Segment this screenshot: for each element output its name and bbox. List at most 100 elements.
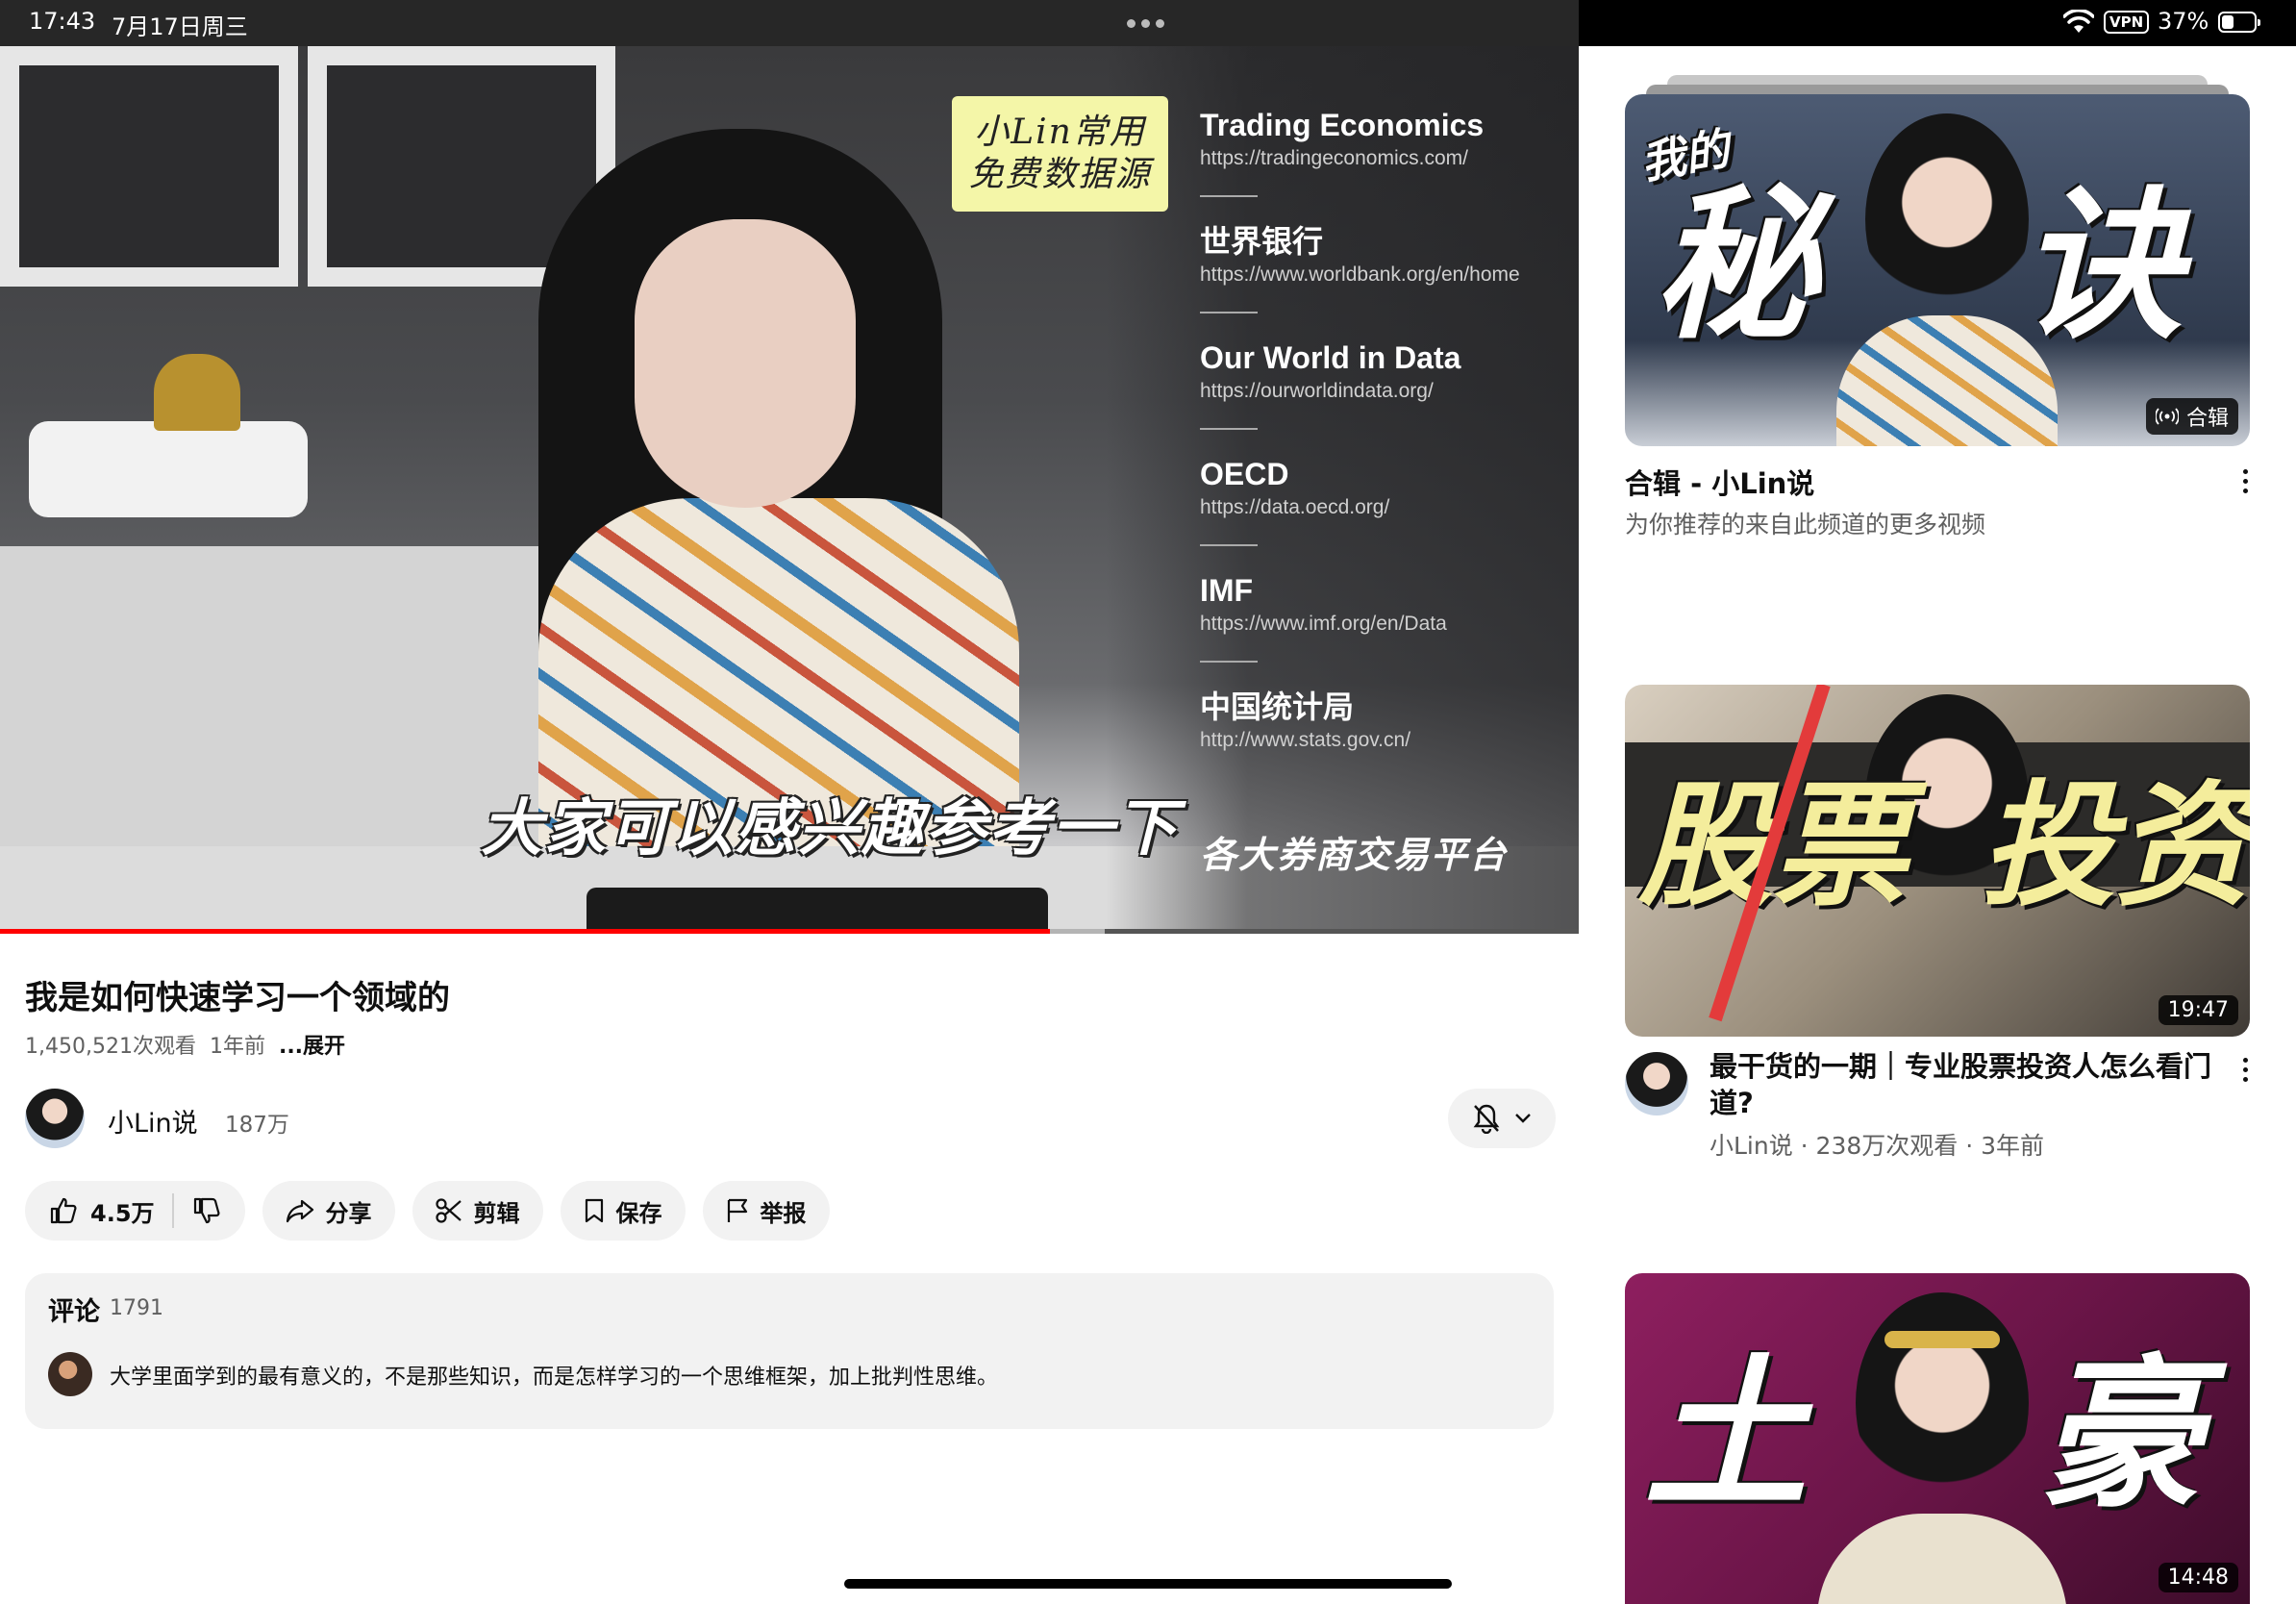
clip-label: 剪辑 (473, 1199, 520, 1227)
data-source-item: Our World in Data https://ourworldindata… (1200, 338, 1575, 455)
more-options-icon[interactable] (2240, 469, 2250, 493)
data-source-url: https://ourworldindata.org/ (1200, 380, 1434, 402)
presenter-face (635, 219, 856, 508)
mix-thumbnail[interactable]: 我的 秘 诀 合辑 (1625, 94, 2250, 446)
thumb-text-left: 秘 (1654, 171, 1818, 362)
recommendations-column: 我的 秘 诀 合辑 合辑 - 小Lin说 为你推荐的来自此频道的更多视频 股票 … (1579, 46, 2296, 1604)
data-source-item: Trading Economics https://tradingeconomi… (1200, 106, 1575, 222)
progress-played (0, 929, 1050, 934)
save-label: 保存 (615, 1199, 662, 1227)
divider (1200, 661, 1258, 663)
divider (1200, 195, 1258, 197)
divider (1200, 312, 1258, 313)
data-source-item: 中国统计局 http://www.stats.gov.cn/ (1200, 688, 1575, 804)
channel-avatar[interactable] (25, 1089, 85, 1148)
video-thumbnail[interactable]: 股票 投资 19:47 (1625, 685, 2250, 1037)
more-options-icon[interactable] (2240, 1058, 2250, 1082)
duration-badge: 19:47 (2158, 995, 2238, 1025)
mix-badge: 合辑 (2145, 398, 2238, 435)
mix-badge-label: 合辑 (2185, 407, 2229, 431)
comments-heading: 评论 (48, 1297, 100, 1327)
wifi-icon (2063, 10, 2094, 33)
divider (171, 1193, 174, 1228)
data-source-item: 世界银行 https://www.worldbank.org/en/home (1200, 222, 1575, 338)
battery-icon (2218, 12, 2260, 33)
bookmark-icon (585, 1198, 603, 1223)
thumb-text-right: 豪 (2038, 1341, 2203, 1531)
mix-title[interactable]: 合辑 - 小Lin说 (1625, 462, 1814, 502)
gold-ornament (154, 354, 240, 431)
channel-name[interactable]: 小Lin说 (108, 1102, 198, 1140)
action-bar: 4.5万 分享 剪辑 保存 举报 (25, 1181, 830, 1241)
status-bar-left: 17:43 7月17日周三 (0, 0, 1579, 46)
card-line-1: 小Lin常用 (974, 113, 1146, 152)
notification-button[interactable] (1448, 1089, 1556, 1148)
data-source-item: OECD https://data.oecd.org/ (1200, 455, 1575, 571)
thumb-text-right: 投资 (1981, 768, 2250, 925)
status-date: 7月17日周三 (112, 13, 248, 40)
duration-badge: 14:48 (2158, 1563, 2238, 1592)
presenter-face (1865, 113, 2029, 325)
broadcast-icon (2155, 408, 2179, 425)
thumbs-down-icon[interactable] (191, 1195, 222, 1226)
video-title[interactable]: 最干货的一期｜专业股票投资人怎么看门道? (1710, 1048, 2229, 1121)
data-source-name: Our World in Data (1200, 340, 1461, 375)
video-player[interactable]: 小Lin常用 免费数据源 Trading Economics https://t… (0, 46, 1579, 931)
chevron-down-icon (1515, 1114, 1531, 1123)
video-thumbnail[interactable]: 土 豪 14:48 (1625, 1273, 2250, 1604)
like-dislike-group: 4.5万 (25, 1181, 245, 1241)
data-source-name: 中国统计局 (1200, 689, 1355, 724)
shelf-glass (19, 65, 279, 267)
flag-icon (727, 1198, 747, 1222)
thumbs-up-icon[interactable] (48, 1195, 79, 1226)
battery-percent: 37% (2158, 8, 2209, 35)
thumb-text-left: 土 (1644, 1341, 1809, 1531)
expand-description-link[interactable]: ...展开 (279, 1035, 345, 1059)
commenter-avatar (48, 1352, 92, 1396)
card-line-2: 免费数据源 (968, 155, 1152, 194)
mix-subtitle: 为你推荐的来自此频道的更多视频 (1625, 511, 1986, 539)
data-source-url: https://www.worldbank.org/en/home (1200, 263, 1520, 286)
comments-count: 1791 (110, 1296, 163, 1320)
data-sources-card: 小Lin常用 免费数据源 (952, 96, 1168, 212)
video-meta: 小Lin说 · 238万次观看 · 3年前 (1710, 1132, 2045, 1160)
video-subtitle: 大家可以感兴趣参考一下 (481, 793, 1179, 865)
multitasking-dots-icon[interactable] (1127, 19, 1164, 28)
presenter-face (1856, 1292, 2029, 1514)
headpiece (1884, 1331, 2000, 1348)
like-count[interactable]: 4.5万 (90, 1194, 155, 1228)
vpn-badge: VPN (2104, 11, 2150, 34)
presenter-outfit (1817, 1514, 2067, 1604)
data-source-list: Trading Economics https://tradingeconomi… (1200, 106, 1575, 804)
video-title: 我是如何快速学习一个领域的 (25, 979, 450, 1017)
progress-bar[interactable] (0, 929, 1579, 934)
top-comment-text: 大学里面学到的最有意义的，不是那些知识，而是怎样学习的一个思维框架，加上批判性思… (110, 1366, 999, 1390)
data-source-name: IMF (1200, 573, 1254, 608)
channel-avatar[interactable] (1625, 1052, 1688, 1115)
data-source-url: https://tradingeconomics.com/ (1200, 147, 1468, 169)
share-icon (286, 1199, 313, 1223)
save-button[interactable]: 保存 (560, 1181, 686, 1241)
duration-label: 19:47 (2167, 998, 2229, 1022)
thumb-text-right: 诀 (2019, 171, 2184, 362)
printer (29, 421, 308, 517)
bell-off-icon (1473, 1104, 1500, 1134)
data-source-last: 各大券商交易平台 (1200, 834, 1509, 876)
data-source-name: 世界银行 (1200, 224, 1324, 259)
clip-button[interactable]: 剪辑 (412, 1181, 543, 1241)
laptop (586, 888, 1048, 931)
report-label: 举报 (760, 1199, 807, 1227)
data-source-url: https://data.oecd.org/ (1200, 496, 1390, 518)
data-source-url: http://www.stats.gov.cn/ (1200, 729, 1411, 751)
video-meta: 1,450,521次观看 1年前 ...展开 (25, 1029, 345, 1060)
home-indicator[interactable] (844, 1579, 1452, 1589)
subscriber-count: 187万 (225, 1113, 289, 1138)
view-count: 1,450,521次观看 (25, 1035, 196, 1059)
battery-fill (2222, 15, 2234, 29)
data-source-item: IMF https://www.imf.org/en/Data (1200, 571, 1575, 688)
report-button[interactable]: 举报 (702, 1181, 830, 1241)
comments-panel[interactable]: 评论 1791 大学里面学到的最有意义的，不是那些知识，而是怎样学习的一个思维框… (25, 1273, 1554, 1429)
data-source-name: OECD (1200, 457, 1289, 491)
cabinet-glass (327, 65, 596, 267)
share-button[interactable]: 分享 (262, 1181, 395, 1241)
